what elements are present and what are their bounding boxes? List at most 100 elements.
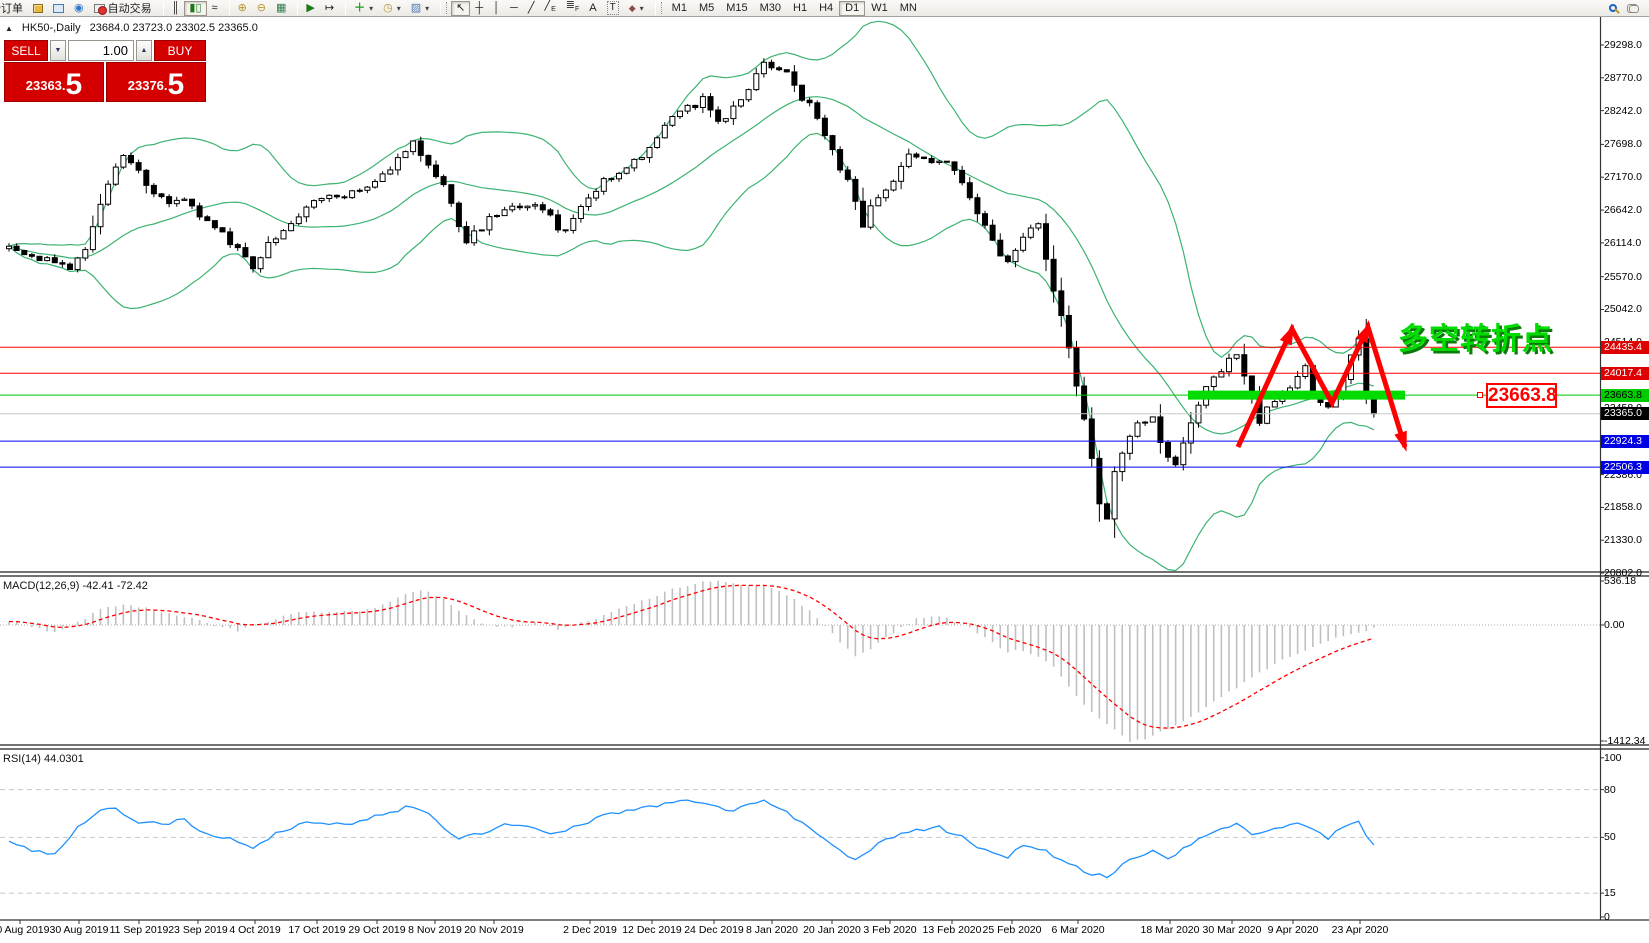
trendline-tool-button[interactable]: ╱ <box>523 1 540 16</box>
timeframe-button-h1[interactable]: H1 <box>787 1 813 16</box>
zoom-out-button[interactable]: ⊖ <box>252 1 271 16</box>
callout-connector-square <box>1477 392 1483 398</box>
price-tick-label: 25570.0 <box>1604 271 1649 283</box>
toolbar-right-group <box>1609 4 1649 13</box>
buy-price-big: 5 <box>168 72 185 98</box>
terminal-window-icon <box>53 4 64 13</box>
autotrading-label: 自动交易 <box>108 0 152 16</box>
data-center-button[interactable]: ◉ <box>69 1 89 16</box>
price-tick-label: 28770.0 <box>1604 72 1649 84</box>
zoom-in-button[interactable]: ⊕ <box>233 1 252 16</box>
horizontal-line-tool-button[interactable]: ─ <box>505 1 523 16</box>
price-tick-label: 21858.0 <box>1604 501 1649 513</box>
price-level-tag: 23365.0 <box>1601 407 1649 420</box>
volume-down-button[interactable]: ▼ <box>50 40 66 61</box>
text-tool-button[interactable]: A <box>584 1 601 16</box>
line-chart-mode-button[interactable]: ≈ <box>207 1 223 16</box>
volume-input[interactable] <box>68 40 134 61</box>
rsi-tick-label: 80 <box>1604 784 1649 796</box>
add-indicator-icon: ＋ <box>354 2 365 14</box>
date-tick-label: 9 Apr 2020 <box>1255 924 1331 936</box>
text-icon: A <box>589 2 596 14</box>
gold-folder-button[interactable] <box>28 1 48 16</box>
price-tick-label: 26642.0 <box>1604 204 1649 216</box>
date-tick-label: 20 Nov 2019 <box>456 924 532 936</box>
new-order-button[interactable]: 新订单 <box>0 1 28 16</box>
price-level-tag: 22506.3 <box>1601 461 1649 474</box>
crosshair-tool-button[interactable]: ┼ <box>470 1 488 16</box>
chart-shift-button[interactable]: ↦ <box>320 1 339 16</box>
date-tick-label: 25 Feb 2020 <box>974 924 1050 936</box>
arrows-icon: ◆ <box>629 2 636 14</box>
toolbar-separator <box>297 2 298 15</box>
ohlc-values: 23684.0 23723.0 23302.5 23365.0 <box>90 22 258 34</box>
toolbar-separator <box>163 2 164 15</box>
signal-icon: ◉ <box>74 3 84 13</box>
chart-shift-icon: ↦ <box>325 2 334 14</box>
timeframe-button-w1[interactable]: W1 <box>865 1 894 16</box>
price-callout-box[interactable]: 23663.8 <box>1486 383 1557 408</box>
price-tick-label: 28242.0 <box>1604 105 1649 117</box>
turning-point-annotation[interactable]: 多空转折点 <box>1398 314 1553 358</box>
timeframe-button-d1[interactable]: D1 <box>839 1 865 16</box>
channel-tool-button[interactable]: ╱E <box>539 1 560 16</box>
new-order-label: 新订单 <box>0 0 23 16</box>
macd-tick-label: 536.18 <box>1604 575 1649 587</box>
toolbar-separator <box>440 2 441 15</box>
buy-price-display[interactable]: 23376.5 <box>106 62 206 102</box>
sell-price-display[interactable]: 23363.5 <box>4 62 104 102</box>
cursor-tool-button[interactable]: ↖ <box>451 1 470 16</box>
timeframe-button-m5[interactable]: M5 <box>693 1 720 16</box>
price-tick-label: 27698.0 <box>1604 138 1649 150</box>
macd-tick-label: 0.00 <box>1604 619 1649 631</box>
auto-scroll-icon: ▶ <box>306 2 314 14</box>
price-tick-label: 26114.0 <box>1604 237 1649 249</box>
terminal-window-button[interactable] <box>48 1 69 16</box>
indicators-button[interactable]: ＋▾ <box>349 1 378 16</box>
trendline-icon: ╱ <box>528 2 535 14</box>
price-level-tag: 24017.4 <box>1601 367 1649 380</box>
sell-price-small: 23363. <box>26 74 66 98</box>
one-click-collapse-icon[interactable]: ▲ <box>5 24 13 33</box>
timeframe-button-m30[interactable]: M30 <box>754 1 787 16</box>
bar-chart-mode-button[interactable]: ║ <box>167 1 185 16</box>
main-chart[interactable] <box>0 17 1649 943</box>
volume-up-button[interactable]: ▲ <box>136 40 152 61</box>
vertical-line-tool-button[interactable]: │ <box>488 1 505 16</box>
candlestick-mode-button[interactable]: ▮▯ <box>184 1 206 16</box>
autotrading-button[interactable]: 自动交易 <box>89 1 157 16</box>
cursor-icon: ↖ <box>456 2 465 14</box>
symbol-period-label: HK50-,Daily <box>22 22 81 34</box>
fibonacci-icon: ≣F <box>566 0 580 17</box>
price-level-tag: 24435.4 <box>1601 341 1649 354</box>
timeframe-button-m15[interactable]: M15 <box>720 1 753 16</box>
price-tick-label: 27170.0 <box>1604 171 1649 183</box>
tile-windows-icon: ▦ <box>276 2 286 14</box>
toolbar-grip <box>661 2 664 14</box>
chat-icon[interactable] <box>1627 4 1639 13</box>
timeframe-button-m1[interactable]: M1 <box>666 1 693 16</box>
timeframe-button-h4[interactable]: H4 <box>813 1 839 16</box>
label-tool-button[interactable]: T <box>602 1 624 16</box>
price-tick-label: 21330.0 <box>1604 534 1649 546</box>
rsi-tick-label: 100 <box>1604 752 1649 764</box>
timeframe-button-mn[interactable]: MN <box>894 1 923 16</box>
mt4-terminal: { "toolbar": { "new_order_label": "新订单",… <box>0 0 1649 943</box>
chevron-down-icon: ▾ <box>369 4 373 13</box>
crosshair-icon: ┼ <box>475 2 483 14</box>
chevron-down-icon: ▾ <box>640 4 644 13</box>
fibonacci-tool-button[interactable]: ≣F <box>561 1 585 16</box>
templates-button[interactable]: ▨▾ <box>406 1 434 16</box>
periods-button[interactable]: ◷▾ <box>378 1 406 16</box>
price-level-tag: 22924.3 <box>1601 435 1649 448</box>
buy-button[interactable]: BUY <box>154 40 206 61</box>
tile-windows-button[interactable]: ▦ <box>271 1 291 16</box>
buy-price-small: 23376. <box>128 74 168 98</box>
search-icon[interactable] <box>1609 4 1617 12</box>
line-chart-icon: ≈ <box>212 2 218 14</box>
arrows-tool-button[interactable]: ◆▾ <box>624 1 649 16</box>
auto-scroll-button[interactable]: ▶ <box>301 1 319 16</box>
chart-title: ▲ HK50-,Daily 23684.0 23723.0 23302.5 23… <box>5 22 258 34</box>
gold-folder-icon <box>33 4 43 13</box>
sell-button[interactable]: SELL <box>4 40 48 61</box>
